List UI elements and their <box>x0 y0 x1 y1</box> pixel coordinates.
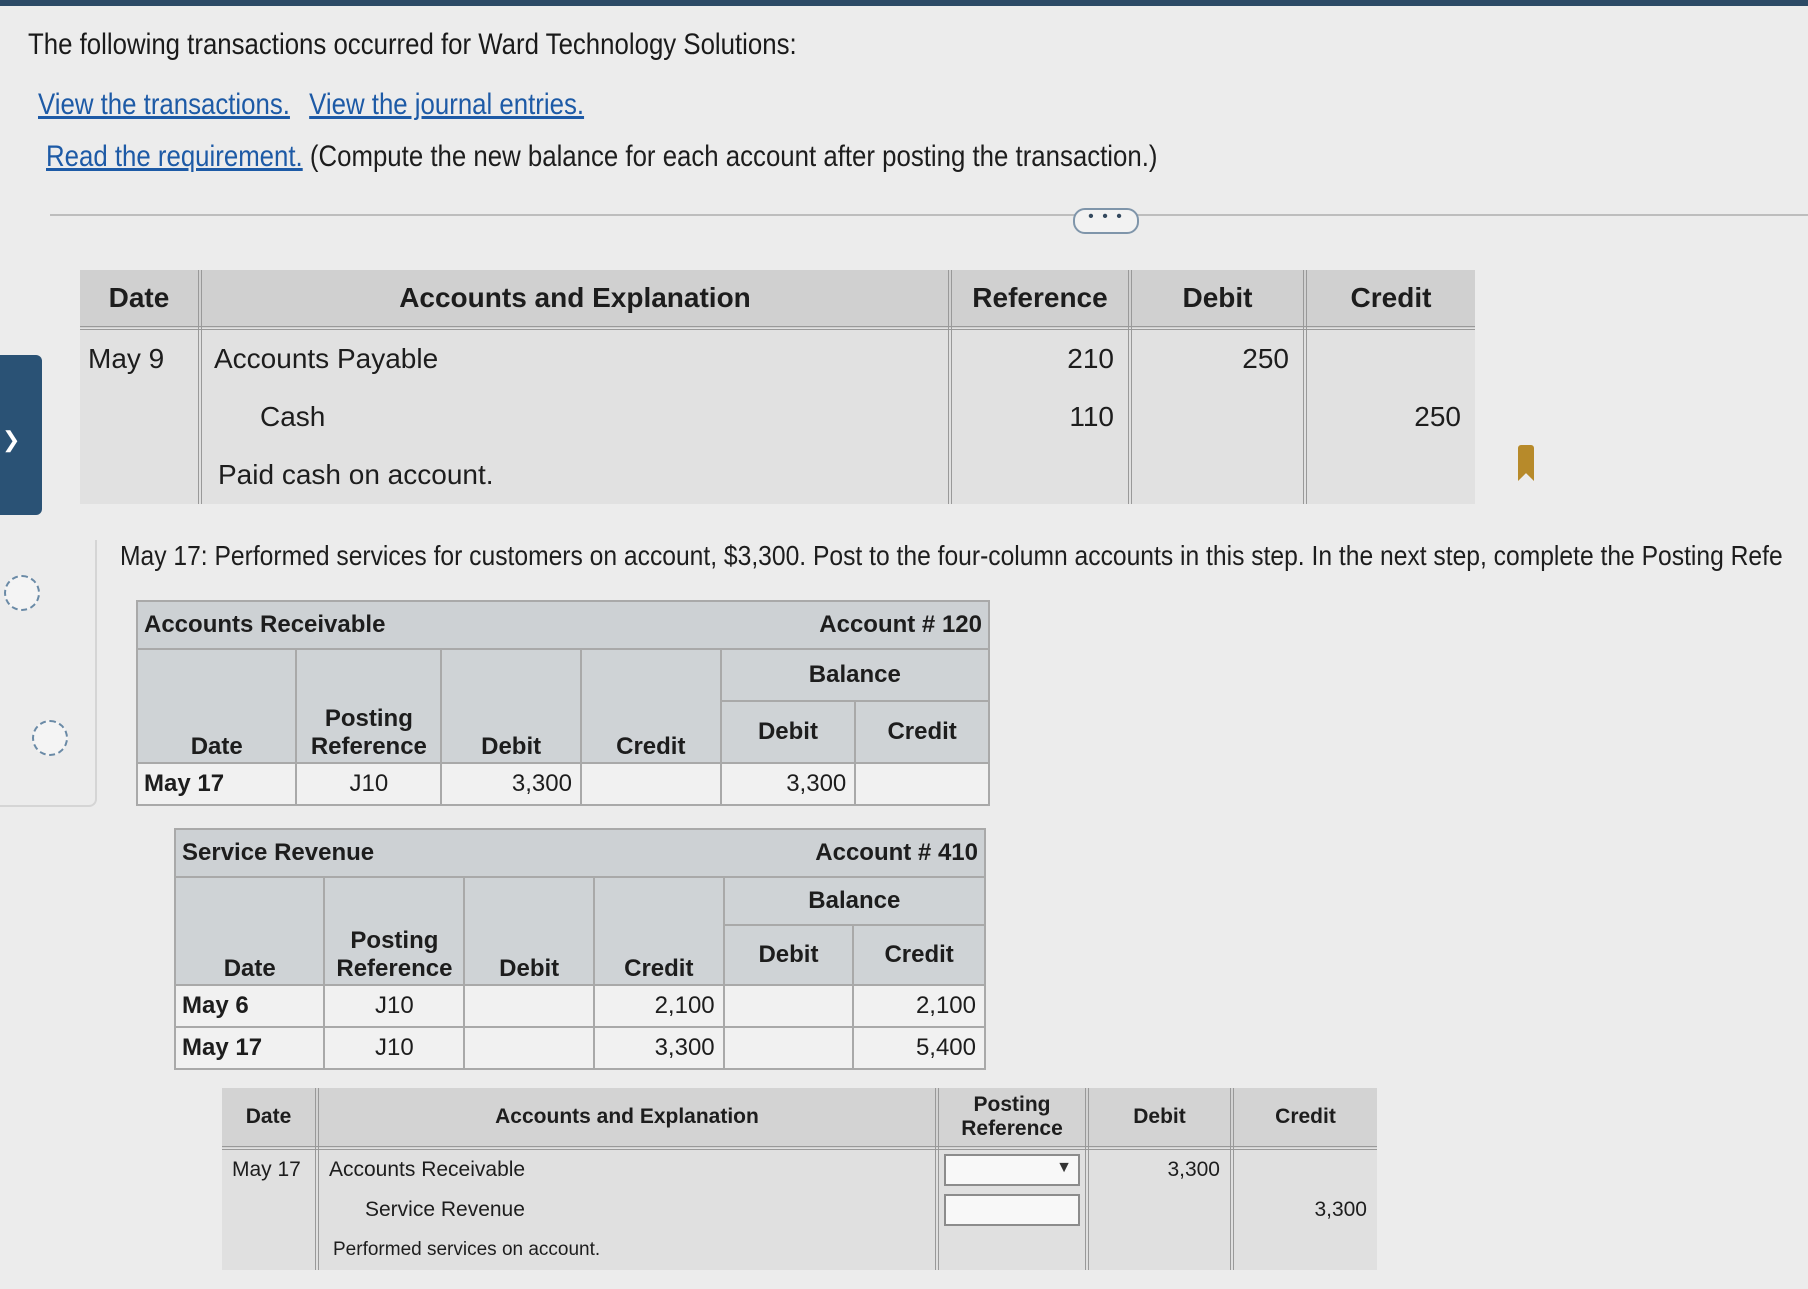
table-row: Cash 110 250 <box>80 388 1475 446</box>
account-number: Account # 120 <box>580 601 989 649</box>
question-radio-1[interactable] <box>4 575 40 611</box>
col-debit: Debit <box>440 648 582 764</box>
col-date: Date <box>173 876 326 986</box>
debit-amount: 3,300 <box>1087 1148 1234 1190</box>
ledger-title-row: Service Revenue Account # 410 <box>175 829 985 877</box>
account-number: Account # 410 <box>593 829 985 877</box>
bookmark-icon[interactable] <box>1518 445 1534 481</box>
col-accounts: Accounts and Explanation <box>317 1088 939 1150</box>
debit-account: Accounts Payable <box>200 328 952 388</box>
table-row: Service Revenue 3,300 <box>222 1190 1377 1230</box>
step-instructions: May 17: Performed services for customers… <box>120 540 1783 571</box>
debit-account: Accounts Receivable <box>317 1148 939 1190</box>
question-radio-2[interactable] <box>32 720 68 756</box>
read-requirement-link[interactable]: Read the requirement. <box>46 140 303 173</box>
credit-amount: 3,300 <box>1314 1198 1367 1221</box>
ledger-title-row: Accounts Receivable Account # 120 <box>137 601 989 649</box>
requirement-note: (Compute the new balance for each accoun… <box>309 140 1158 173</box>
journal-header-row: Date Accounts and Explanation Posting Re… <box>222 1088 1377 1150</box>
more-button[interactable]: • • • <box>1073 208 1139 234</box>
divider <box>50 214 1808 216</box>
side-nav-tab[interactable]: ❯ <box>0 355 42 515</box>
ledger-service-revenue: Service Revenue Account # 410 Date Posti… <box>173 828 987 1070</box>
journal-entry-table-may17: Date Accounts and Explanation Posting Re… <box>222 1088 1377 1270</box>
credit-account: Cash <box>200 388 952 446</box>
col-credit: Credit <box>1232 1088 1377 1150</box>
journal-entry-table-may9: Date Accounts and Explanation Reference … <box>80 270 1475 504</box>
chevron-right-icon: ❯ <box>2 427 21 452</box>
table-row: May 17 Accounts Receivable ▼ 3,300 <box>222 1148 1377 1190</box>
col-balance-debit: Debit <box>719 700 857 764</box>
table-row: Paid cash on account. <box>80 446 1475 504</box>
col-date: Date <box>80 270 202 330</box>
col-reference: Reference <box>950 270 1132 330</box>
col-credit: Credit <box>579 648 722 764</box>
journal-header-row: Date Accounts and Explanation Reference … <box>80 270 1475 330</box>
links-row: View the transactions. View the journal … <box>38 88 584 122</box>
col-debit: Debit <box>463 876 595 986</box>
table-row: May 17 J10 3,300 5,400 <box>173 1026 986 1070</box>
col-date: Date <box>222 1088 319 1150</box>
table-row: May 17 J10 3,300 3,300 <box>135 762 990 806</box>
table-row: Performed services on account. <box>222 1230 1377 1270</box>
table-row: May 6 J10 2,100 2,100 <box>173 984 986 1028</box>
account-name: Accounts Receivable <box>137 601 581 649</box>
col-debit: Debit <box>1130 270 1307 330</box>
col-balance-debit: Debit <box>722 924 855 986</box>
col-accounts: Accounts and Explanation <box>200 270 952 330</box>
col-balance: Balance <box>719 648 991 702</box>
credit-amount: 250 <box>1414 401 1461 432</box>
col-debit: Debit <box>1087 1088 1234 1150</box>
table-row: May 9 Accounts Payable 210 250 <box>80 328 1475 388</box>
explanation: Paid cash on account. <box>200 446 952 504</box>
credit-account: Service Revenue <box>317 1190 939 1230</box>
col-balance: Balance <box>722 876 987 926</box>
debit-amount: 250 <box>1130 328 1307 388</box>
col-posting-ref: Posting Reference <box>295 648 443 764</box>
credit-reference: 110 <box>950 388 1132 446</box>
account-name: Service Revenue <box>175 829 594 877</box>
dropdown-arrow-icon: ▼ <box>1056 1159 1072 1176</box>
col-posting-ref: Posting Reference <box>323 876 466 986</box>
view-journal-entries-link[interactable]: View the journal entries. <box>309 88 584 121</box>
entry-date: May 9 <box>80 328 202 388</box>
entry-date: May 17 <box>222 1148 319 1190</box>
view-transactions-link[interactable]: View the transactions. <box>38 88 290 121</box>
col-posting-reference: Posting Reference <box>937 1088 1089 1150</box>
debit-reference: 210 <box>950 328 1132 388</box>
posting-ref-input[interactable] <box>944 1194 1080 1226</box>
col-credit: Credit <box>592 876 725 986</box>
ledger-accounts-receivable: Accounts Receivable Account # 120 Date P… <box>135 600 991 806</box>
explanation: Performed services on account. <box>317 1230 939 1270</box>
col-balance-credit: Credit <box>852 924 986 986</box>
intro-text: The following transactions occurred for … <box>28 28 797 61</box>
top-bar <box>0 0 1808 6</box>
col-date: Date <box>135 648 298 764</box>
col-balance-credit: Credit <box>854 700 990 764</box>
requirement-row: Read the requirement. (Compute the new b… <box>46 140 1157 174</box>
col-credit: Credit <box>1305 270 1475 330</box>
posting-ref-dropdown[interactable]: ▼ <box>944 1154 1080 1186</box>
